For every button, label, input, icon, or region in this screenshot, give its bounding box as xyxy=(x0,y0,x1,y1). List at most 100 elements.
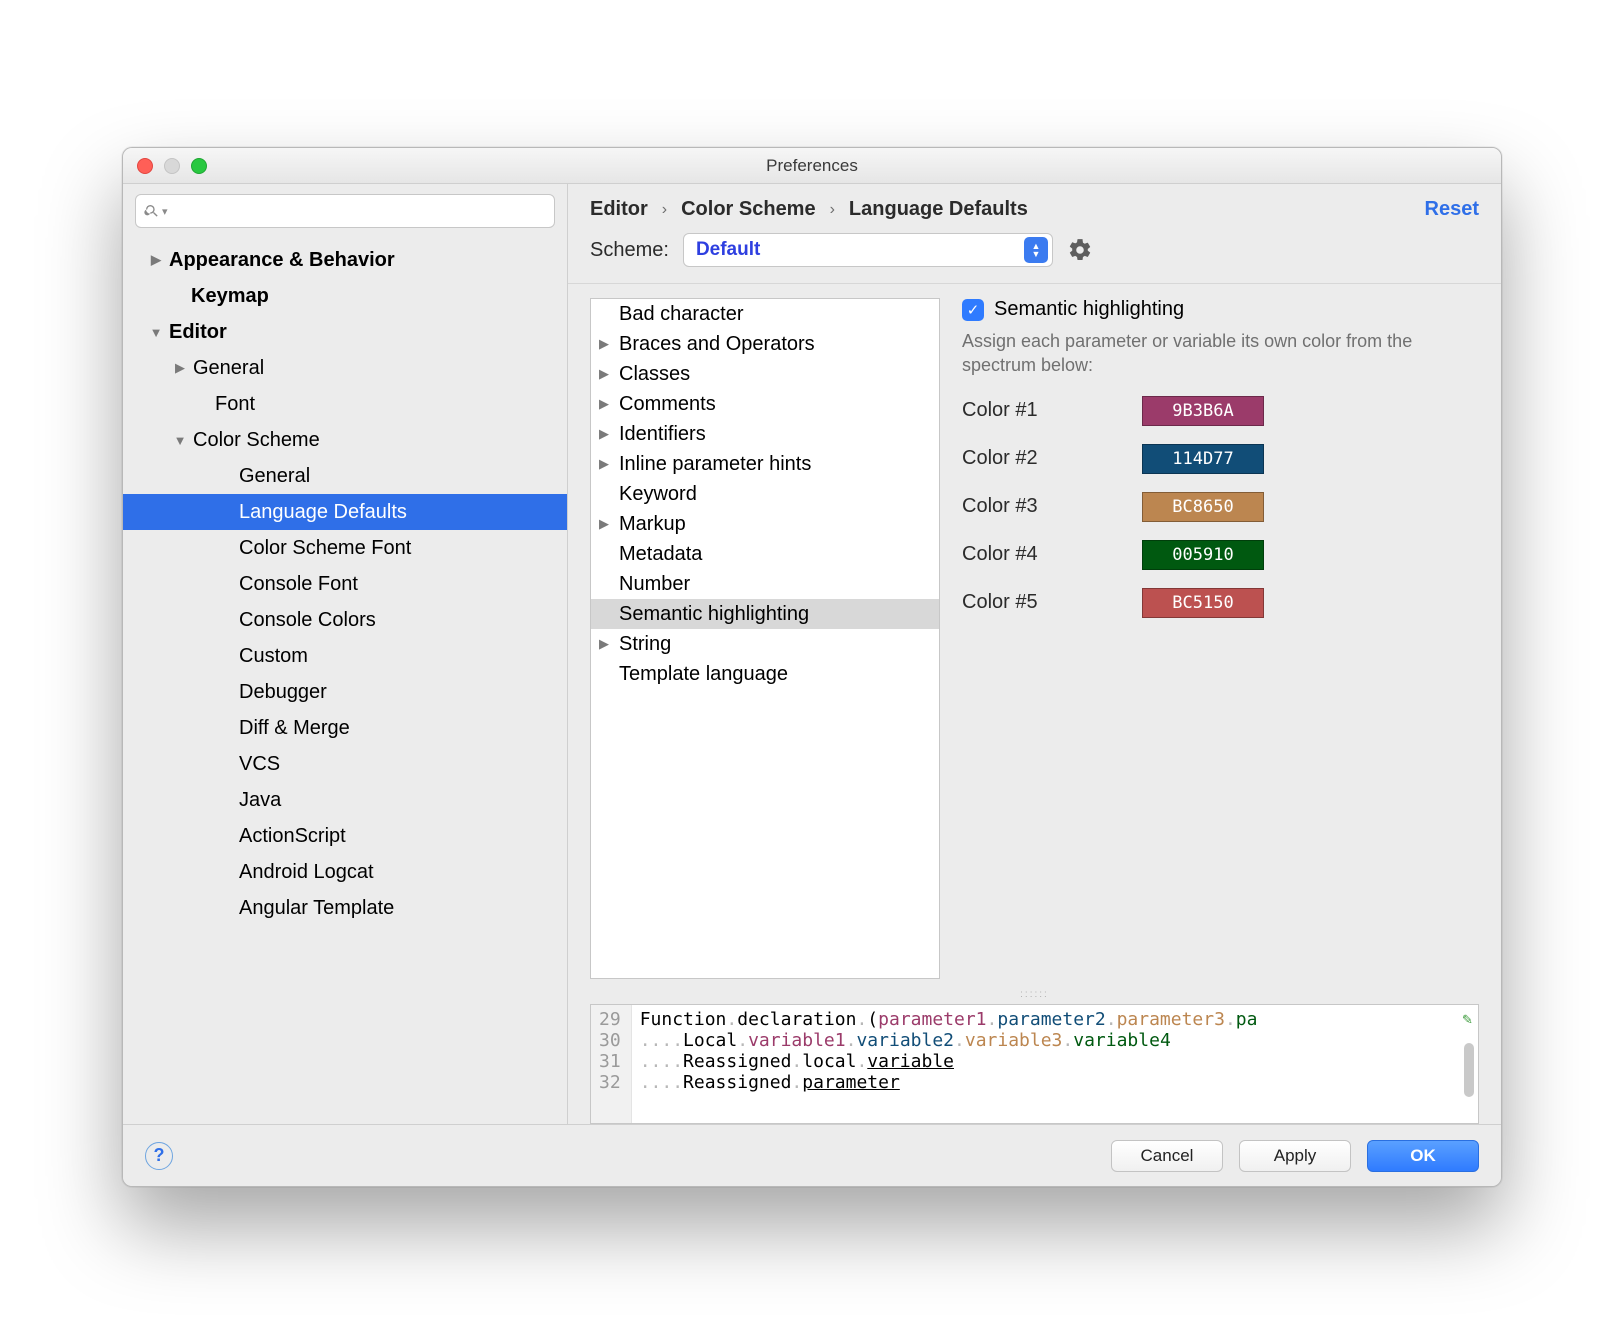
sidebar-item-debugger[interactable]: Debugger xyxy=(123,674,567,710)
sidebar-item-label: Editor xyxy=(169,321,227,344)
sidebar-item-font[interactable]: Font xyxy=(123,386,567,422)
semantic-highlighting-checkbox[interactable]: ✓ xyxy=(962,299,984,321)
sidebar-item-color-scheme[interactable]: ▼Color Scheme xyxy=(123,422,567,458)
window-title: Preferences xyxy=(123,156,1501,176)
sidebar-item-general[interactable]: ▶General xyxy=(123,350,567,386)
right-pane: ✓ Semantic highlighting Assign each para… xyxy=(962,298,1479,979)
sidebar-item-diff-merge[interactable]: Diff & Merge xyxy=(123,710,567,746)
category-label: Markup xyxy=(619,513,686,536)
color-row-2: Color #2 114D77 xyxy=(962,444,1479,474)
category-semantic-highlighting[interactable]: Semantic highlighting xyxy=(591,599,939,629)
color-swatch[interactable]: 114D77 xyxy=(1142,444,1264,474)
color-swatch[interactable]: BC5150 xyxy=(1142,588,1264,618)
sidebar-item-custom[interactable]: Custom xyxy=(123,638,567,674)
category-markup[interactable]: ▶Markup xyxy=(591,509,939,539)
category-label: Bad character xyxy=(619,303,744,326)
gutter: 29 30 31 32 xyxy=(591,1005,632,1123)
disclosure-icon: ▼ xyxy=(147,325,165,340)
sidebar-item-label: Custom xyxy=(239,645,308,668)
chevron-right-icon: › xyxy=(662,201,667,219)
search-history-icon[interactable]: ▾ xyxy=(162,205,168,218)
sidebar-item-label: Keymap xyxy=(191,285,269,308)
sidebar-item-editor[interactable]: ▼ Editor xyxy=(123,314,567,350)
search-input[interactable]: ▾ xyxy=(135,194,555,228)
sidebar-item-vcs[interactable]: VCS xyxy=(123,746,567,782)
color-row-3: Color #3BC8650 xyxy=(962,492,1479,522)
sidebar-item-actionscript[interactable]: ActionScript xyxy=(123,818,567,854)
reset-link[interactable]: Reset xyxy=(1425,198,1479,221)
sidebar-item-label: VCS xyxy=(239,753,280,776)
breadcrumb: Editor › Color Scheme › Language Default… xyxy=(568,184,1501,227)
breadcrumb-language-defaults: Language Defaults xyxy=(849,198,1028,221)
category-bad-character[interactable]: Bad character xyxy=(591,299,939,329)
splitter-handle[interactable]: :::::: xyxy=(568,989,1501,1000)
category-classes[interactable]: ▶Classes xyxy=(591,359,939,389)
sidebar-tree[interactable]: ▶Appearance & BehaviorKeymap▼Editor▶Gene… xyxy=(123,238,567,1124)
sidebar-item-angular-template[interactable]: Angular Template xyxy=(123,890,567,926)
sidebar-item-android-logcat[interactable]: Android Logcat xyxy=(123,854,567,890)
category-string[interactable]: ▶String xyxy=(591,629,939,659)
disclosure-icon: ▶ xyxy=(599,636,619,652)
color-swatch[interactable]: 9B3B6A xyxy=(1142,396,1264,426)
color-swatch[interactable]: 005910 xyxy=(1142,540,1264,570)
sidebar-item-label: Angular Template xyxy=(239,897,394,920)
category-keyword[interactable]: Keyword xyxy=(591,479,939,509)
sidebar-item-label: General xyxy=(239,465,310,488)
disclosure-icon: ▶ xyxy=(171,360,189,376)
sidebar-item-label: Android Logcat xyxy=(239,861,374,884)
sidebar-item-language-defaults[interactable]: Language Defaults xyxy=(123,494,567,530)
category-inline-parameter-hints[interactable]: ▶Inline parameter hints xyxy=(591,449,939,479)
sidebar-item-java[interactable]: Java xyxy=(123,782,567,818)
scheme-label: Scheme: xyxy=(590,239,669,262)
code-preview: 29 30 31 32 Function.declaration.(parame… xyxy=(590,1004,1479,1124)
category-comments[interactable]: ▶Comments xyxy=(591,389,939,419)
scheme-select[interactable]: Default ▲▼ xyxy=(683,233,1053,267)
category-label: Number xyxy=(619,573,690,596)
semantic-description: Assign each parameter or variable its ow… xyxy=(962,329,1479,378)
category-number[interactable]: Number xyxy=(591,569,939,599)
category-template-language[interactable]: Template language xyxy=(591,659,939,689)
sidebar-item-color-scheme-font[interactable]: Color Scheme Font xyxy=(123,530,567,566)
disclosure-icon: ▶ xyxy=(147,252,165,268)
apply-button[interactable]: Apply xyxy=(1239,1140,1351,1172)
category-label: Template language xyxy=(619,663,788,686)
help-button[interactable]: ? xyxy=(145,1142,173,1170)
preferences-window: Preferences ▾ ▶Appearance & Behavior Keym… xyxy=(122,147,1502,1187)
category-label: Metadata xyxy=(619,543,702,566)
color-swatch[interactable]: BC8650 xyxy=(1142,492,1264,522)
pencil-icon[interactable]: ✎ xyxy=(1462,1009,1472,1028)
titlebar: Preferences xyxy=(123,148,1501,184)
gear-icon[interactable] xyxy=(1067,237,1093,263)
sidebar-item-label: General xyxy=(193,357,264,380)
category-metadata[interactable]: Metadata xyxy=(591,539,939,569)
color-label: Color #4 xyxy=(962,543,1102,566)
category-label: Keyword xyxy=(619,483,697,506)
sidebar-item-label: Language Defaults xyxy=(239,501,407,524)
sidebar-item-label: Color Scheme xyxy=(193,429,320,452)
code-area[interactable]: Function.declaration.(parameter1.paramet… xyxy=(632,1005,1478,1123)
breadcrumb-color-scheme[interactable]: Color Scheme xyxy=(681,198,815,221)
category-label: Identifiers xyxy=(619,423,706,446)
sidebar-item-label: Color Scheme Font xyxy=(239,537,411,560)
category-braces-and-operators[interactable]: ▶Braces and Operators xyxy=(591,329,939,359)
sidebar-item-appearance-behavior[interactable]: ▶Appearance & Behavior xyxy=(123,242,567,278)
disclosure-icon: ▶ xyxy=(599,396,619,412)
sidebar-item-console-font[interactable]: Console Font xyxy=(123,566,567,602)
scrollbar-thumb[interactable] xyxy=(1464,1043,1474,1097)
category-identifiers[interactable]: ▶Identifiers xyxy=(591,419,939,449)
disclosure-icon: ▶ xyxy=(599,516,619,532)
category-list[interactable]: Bad character ▶Braces and Operators▶Class… xyxy=(590,298,940,979)
category-label: Comments xyxy=(619,393,716,416)
color-table: Color #19B3B6AColor #2114D77Color #3BC86… xyxy=(962,396,1479,618)
semantic-highlighting-label: Semantic highlighting xyxy=(994,298,1184,321)
sidebar-item-console-colors[interactable]: Console Colors xyxy=(123,602,567,638)
cancel-button[interactable]: Cancel xyxy=(1111,1140,1223,1172)
ok-button[interactable]: OK xyxy=(1367,1140,1479,1172)
chevron-right-icon: › xyxy=(830,201,835,219)
sidebar-item-general[interactable]: General xyxy=(123,458,567,494)
sidebar-item-keymap[interactable]: Keymap xyxy=(123,278,567,314)
sidebar-item-label: ActionScript xyxy=(239,825,346,848)
breadcrumb-editor[interactable]: Editor xyxy=(590,198,648,221)
color-label: Color #2 xyxy=(962,447,1102,470)
disclosure-icon: ▶ xyxy=(599,366,619,382)
